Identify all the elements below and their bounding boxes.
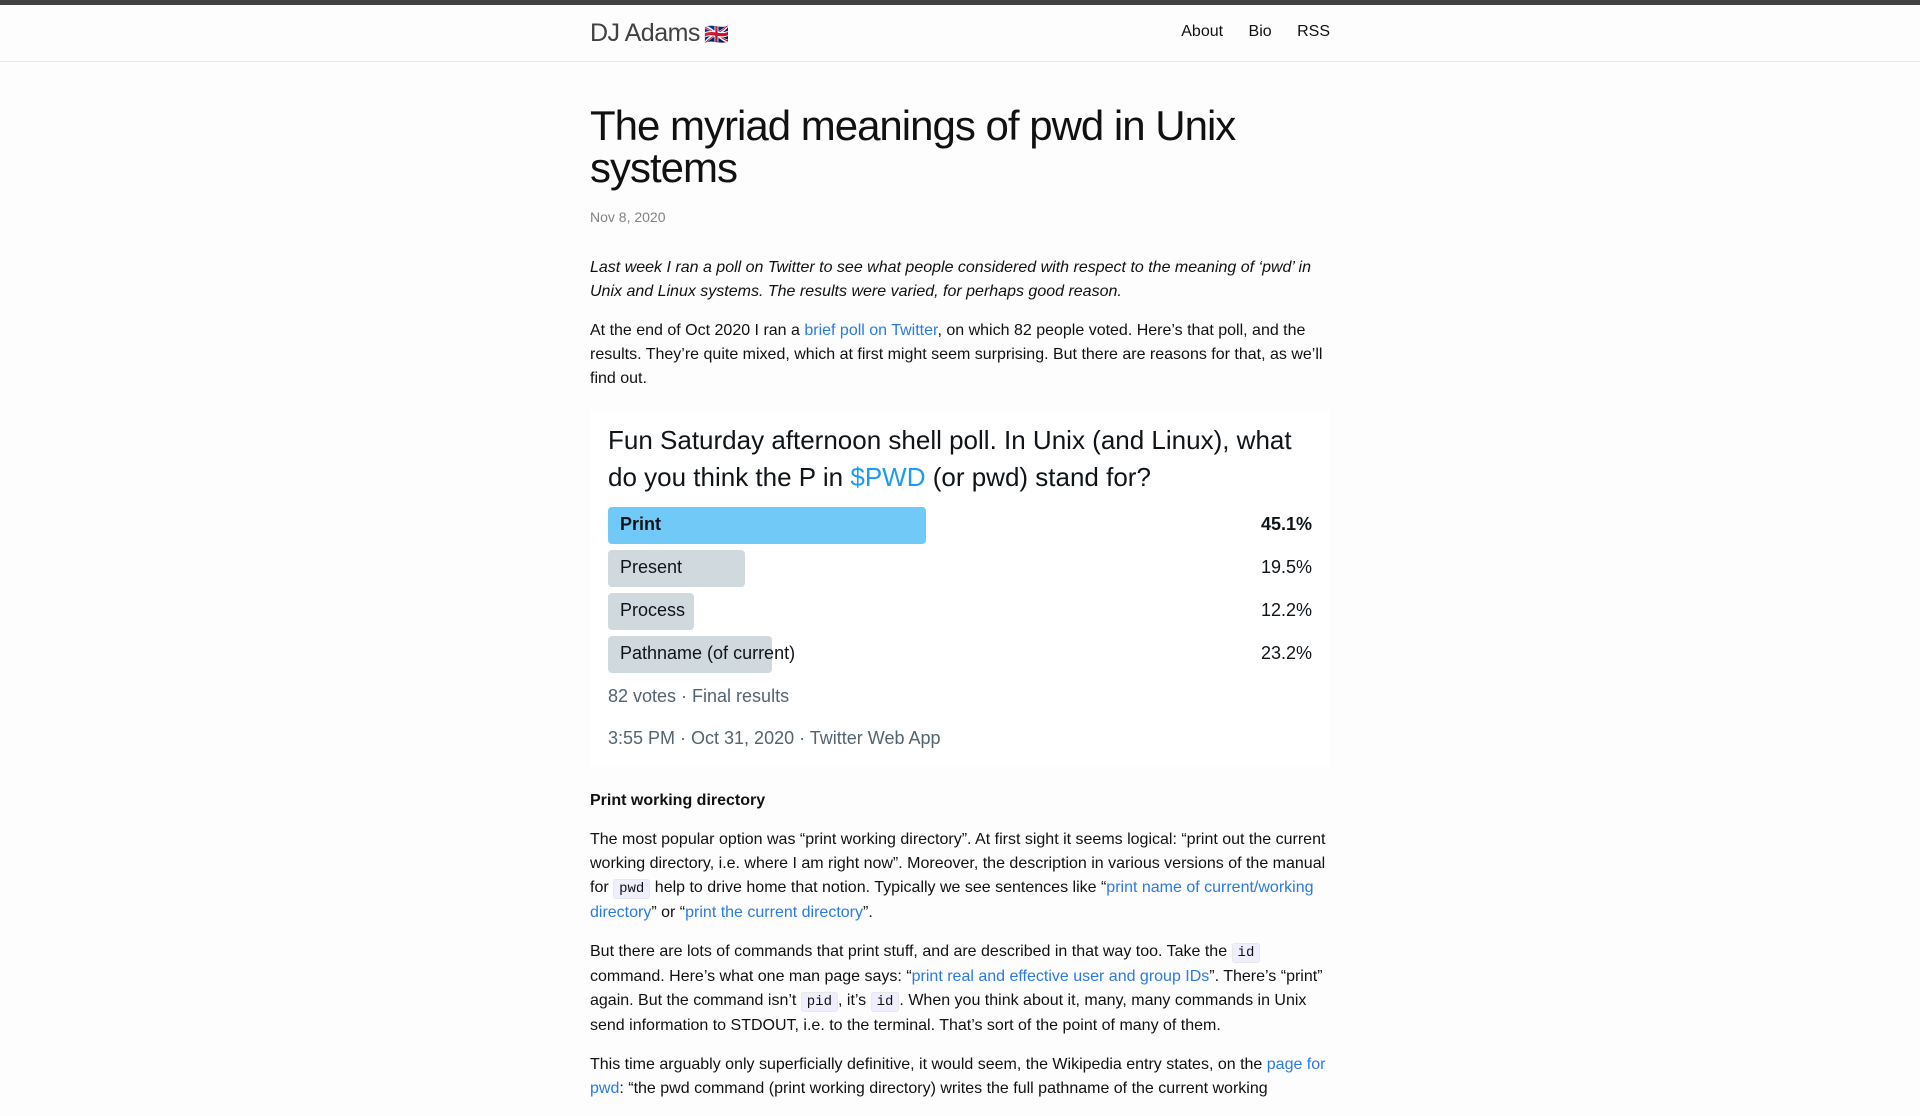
code-id: id	[870, 992, 900, 1012]
poll-hashtag: $PWD	[850, 462, 926, 492]
id-manpage-link[interactable]: print real and effective user and group …	[912, 968, 1210, 985]
paragraph-intro: At the end of Oct 2020 I ran a brief pol…	[590, 319, 1330, 391]
uk-flag-icon: 🇬🇧	[703, 24, 729, 46]
site-title-text: DJ Adams	[590, 19, 700, 47]
paragraph-wikipedia: This time arguably only superficially de…	[590, 1053, 1330, 1101]
twitter-poll-image: Fun Saturday afternoon shell poll. In Un…	[590, 411, 1330, 767]
poll-option-label: Pathname (of current)	[620, 643, 796, 663]
nav-about-link[interactable]: About	[1181, 23, 1223, 40]
poll-timestamp: 3:55 PM · Oct 31, 2020 · Twitter Web App	[608, 728, 941, 748]
code-id: id	[1231, 943, 1261, 963]
text: help to drive home that notion. Typicall…	[650, 879, 1107, 896]
poll-option-print: Print 45.1%	[608, 507, 1312, 544]
text: But there are lots of commands that prin…	[590, 943, 1232, 960]
post-date: Nov 8, 2020	[590, 209, 666, 225]
code-pid: pid	[800, 992, 838, 1012]
code-pwd: pwd	[613, 879, 651, 899]
paragraph-id: But there are lots of commands that prin…	[590, 940, 1330, 1038]
poll-option-label: Process	[620, 600, 686, 620]
poll-question: Fun Saturday afternoon shell poll. In Un…	[608, 422, 1308, 496]
poll-option-percent: 45.1%	[1260, 514, 1312, 534]
site-title-link[interactable]: DJ Adams 🇬🇧	[590, 19, 729, 48]
text: ” or “	[651, 904, 686, 921]
manual-link-2[interactable]: print the current directory	[685, 904, 863, 921]
post-content: The myriad meanings of pwd in Unix syste…	[590, 105, 1330, 1116]
poll-option-pathname: Pathname (of current) 23.2%	[608, 636, 1312, 673]
text: command. Here’s what one man page says: …	[590, 968, 912, 985]
paragraph-print: The most popular option was “print worki…	[590, 828, 1330, 925]
poll-option-percent: 12.2%	[1260, 600, 1312, 620]
site-nav: About Bio RSS	[1160, 23, 1330, 41]
poll-link[interactable]: brief poll on Twitter	[804, 322, 937, 339]
nav-bio-link[interactable]: Bio	[1249, 23, 1272, 40]
text: This time arguably only superficially de…	[590, 1056, 1267, 1073]
text: : “the pwd command (print working direct…	[619, 1080, 1268, 1097]
poll-question-text: (or pwd) stand for?	[925, 462, 1151, 492]
text: , it’s	[838, 992, 871, 1009]
poll-option-percent: 23.2%	[1260, 643, 1312, 663]
section-heading: Print working directory	[590, 792, 766, 809]
nav-rss-link[interactable]: RSS	[1297, 23, 1330, 40]
post-title: The myriad meanings of pwd in Unix syste…	[590, 102, 1236, 191]
poll-option-label: Print	[620, 514, 662, 534]
post-lead: Last week I ran a poll on Twitter to see…	[590, 259, 1311, 300]
site-header: DJ Adams 🇬🇧 About Bio RSS	[0, 5, 1920, 62]
header-inner: DJ Adams 🇬🇧 About Bio RSS	[590, 5, 1330, 61]
text: ”.	[863, 904, 873, 921]
poll-option-label: Present	[620, 557, 683, 577]
poll-votes: 82 votes · Final results	[608, 686, 790, 706]
poll-option-present: Present 19.5%	[608, 550, 1312, 587]
poll-option-process: Process 12.2%	[608, 593, 1312, 630]
poll-option-percent: 19.5%	[1260, 557, 1312, 577]
text: At the end of Oct 2020 I ran a	[590, 322, 805, 339]
